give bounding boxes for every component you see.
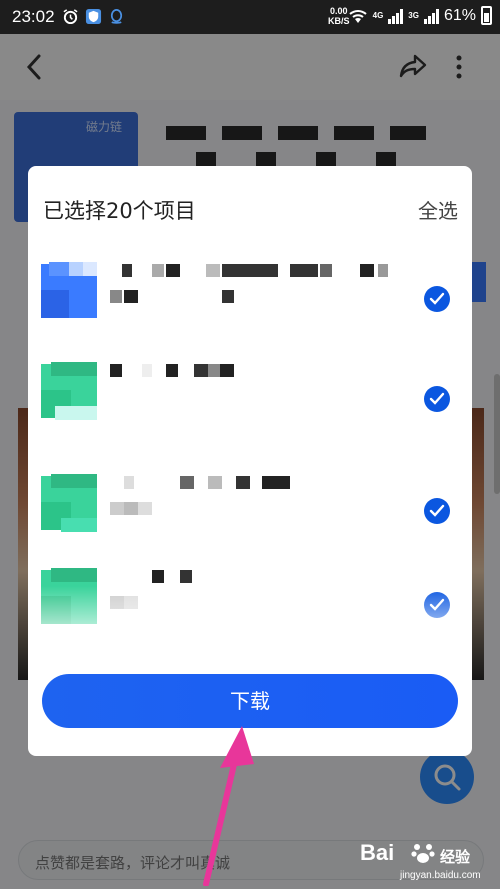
file-name-redacted [110,570,410,584]
annotation-arrow-icon [203,726,254,886]
file-item[interactable] [28,362,472,474]
qq-icon [110,9,123,24]
signal-1-icon [388,8,404,24]
file-name-redacted [110,476,410,490]
dialog-title: 已选择20个项目 [43,199,196,223]
check-icon [429,292,445,305]
list-fade [28,586,472,666]
checkbox-checked[interactable] [424,286,450,312]
baidu-watermark: Bai 经验 jingyan.baidu.com [360,836,496,886]
folder-green-icon [41,474,97,532]
folder-green-icon [41,362,97,420]
file-name-redacted [110,264,410,278]
status-time: 23:02 [12,7,55,26]
check-icon [429,504,445,517]
download-dialog: 已选择20个项目 全选 下载 [28,166,472,756]
watermark-brand: Bai [360,840,395,865]
status-bar: 23:02 0.00 KB/S 4G 3G 61% [0,0,500,34]
paw-icon [411,844,435,863]
file-item[interactable] [28,262,472,374]
file-name-redacted [110,364,410,378]
alarm-icon [63,9,78,25]
battery-percent: 61% [443,6,476,24]
network-4g-label: 4G [372,11,384,20]
network-3g-label: 3G [408,11,419,20]
checkbox-checked[interactable] [424,386,450,412]
wifi-icon [348,9,367,23]
watermark-url: jingyan.baidu.com [400,870,481,881]
check-icon [429,392,445,405]
watermark-brand2: 经验 [440,848,471,866]
checkbox-checked[interactable] [424,498,450,524]
shield-icon [85,8,102,25]
file-meta-redacted [110,502,410,516]
select-all-button[interactable]: 全选 [418,195,458,224]
network-speed: 0.00 KB/S [328,6,350,26]
folder-blue-icon [41,262,97,318]
signal-2-icon [423,8,439,24]
file-meta-redacted [110,290,410,304]
battery-icon [481,6,492,25]
